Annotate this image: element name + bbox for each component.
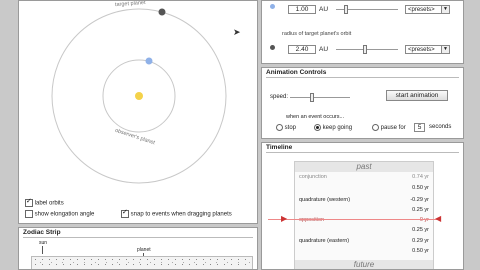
observer-planet-icon — [270, 4, 275, 9]
event-name: conjunction — [299, 174, 327, 180]
keep-going-radio[interactable] — [314, 124, 321, 131]
event-name: quadrature (western) — [299, 197, 351, 203]
keep-going-label: keep going — [322, 125, 353, 132]
observer-radius-input[interactable]: 1.00 — [288, 5, 316, 14]
event-time: 0.25 yr — [412, 207, 429, 213]
past-label: past — [295, 162, 433, 172]
event-time: 0.25 yr — [412, 227, 429, 233]
target-radius-input[interactable]: 2.40 — [288, 45, 316, 54]
timeline-panel: Timeline past conjunction 0.74 yr 0.50 yr… — [261, 142, 464, 270]
event-name: quadrature (eastern) — [299, 238, 350, 244]
observer-presets-value: <presets> — [408, 7, 435, 13]
now-indicator-line — [268, 219, 437, 220]
sun-marker-label: sun — [39, 240, 48, 246]
timeline-title: Timeline — [266, 144, 293, 151]
event-time: 0.50 yr — [412, 185, 429, 191]
snap-events-option[interactable]: snap to events when dragging planets — [121, 208, 232, 218]
observer-radius-unit: AU — [319, 6, 329, 13]
cursor-icon: ➤ — [233, 27, 241, 37]
observer-radius-slider[interactable] — [336, 5, 398, 14]
target-presets-value: <presets> — [408, 47, 435, 53]
orbit-diagram — [51, 8, 227, 184]
pause-seconds-unit: seconds — [429, 124, 452, 130]
target-radius-slider-thumb[interactable] — [363, 45, 367, 54]
pause-for-label: pause for — [380, 125, 406, 132]
target-planet-icon — [270, 45, 275, 50]
timeline-list: past conjunction 0.74 yr 0.50 yr quadratu… — [294, 161, 434, 269]
zodiac-star-strip[interactable] — [31, 256, 253, 269]
speed-label: speed: — [270, 94, 289, 100]
speed-slider[interactable] — [290, 93, 350, 102]
animation-controls-title: Animation Controls — [266, 69, 327, 76]
snap-events-checkbox[interactable] — [121, 208, 129, 218]
stop-label: stop — [284, 125, 297, 132]
event-time: 0.29 yr — [412, 238, 429, 244]
label-orbits-label: label orbits — [34, 200, 64, 207]
label-orbits-checkbox[interactable] — [25, 197, 33, 207]
animation-controls-panel: Animation Controls speed: start animatio… — [261, 67, 464, 139]
keep-going-option[interactable]: keep going — [314, 124, 352, 131]
target-radius-slider[interactable] — [336, 45, 398, 54]
speed-slider-thumb[interactable] — [310, 93, 314, 102]
future-label: future — [295, 260, 433, 269]
target-radius-caption: radius of target planet's orbit — [282, 31, 352, 37]
event-name: opposition — [299, 217, 325, 223]
observer-planet[interactable] — [145, 57, 153, 65]
show-elongation-label: show elongation angle — [34, 211, 95, 218]
event-time: -0.29 yr — [410, 197, 429, 203]
stop-option[interactable]: stop — [276, 124, 296, 131]
event-time: 0.50 yr — [412, 248, 429, 254]
chevron-down-icon: ▼ — [441, 6, 449, 13]
pause-for-option[interactable]: pause for — [372, 124, 406, 131]
event-time: 0 yr — [419, 217, 429, 223]
show-elongation-option[interactable]: show elongation angle — [25, 210, 94, 218]
show-elongation-checkbox[interactable] — [25, 210, 33, 218]
target-radius-unit: AU — [319, 46, 329, 53]
now-indicator-right-icon[interactable]: ◀ — [435, 214, 441, 223]
stop-radio[interactable] — [276, 124, 283, 131]
sun — [135, 92, 143, 100]
observer-radius-slider-thumb[interactable] — [344, 5, 348, 14]
orbit-settings-panel: 1.00 AU <presets> ▼ radius of target pla… — [261, 0, 464, 64]
snap-events-label: snap to events when dragging planets — [130, 211, 232, 218]
orbit-view-panel: target planet observer's planet ➤ label … — [18, 0, 258, 224]
label-orbits-option[interactable]: label orbits — [25, 197, 64, 207]
start-animation-button[interactable]: start animation — [386, 90, 448, 101]
target-planet[interactable] — [158, 8, 166, 16]
zodiac-strip-title: Zodiac Strip — [23, 229, 61, 236]
pause-for-radio[interactable] — [372, 124, 379, 131]
observer-presets-select[interactable]: <presets> ▼ — [405, 5, 450, 14]
event-caption: when an event occurs... — [286, 114, 345, 120]
chevron-down-icon: ▼ — [441, 46, 449, 53]
pause-seconds-input[interactable]: 5 — [414, 123, 425, 132]
sun-marker-line — [42, 246, 43, 254]
now-indicator-left-icon[interactable]: ▶ — [281, 214, 287, 223]
zodiac-strip-panel: Zodiac Strip sun planet — [18, 227, 258, 270]
event-time: 0.74 yr — [412, 174, 429, 180]
target-presets-select[interactable]: <presets> ▼ — [405, 45, 450, 54]
